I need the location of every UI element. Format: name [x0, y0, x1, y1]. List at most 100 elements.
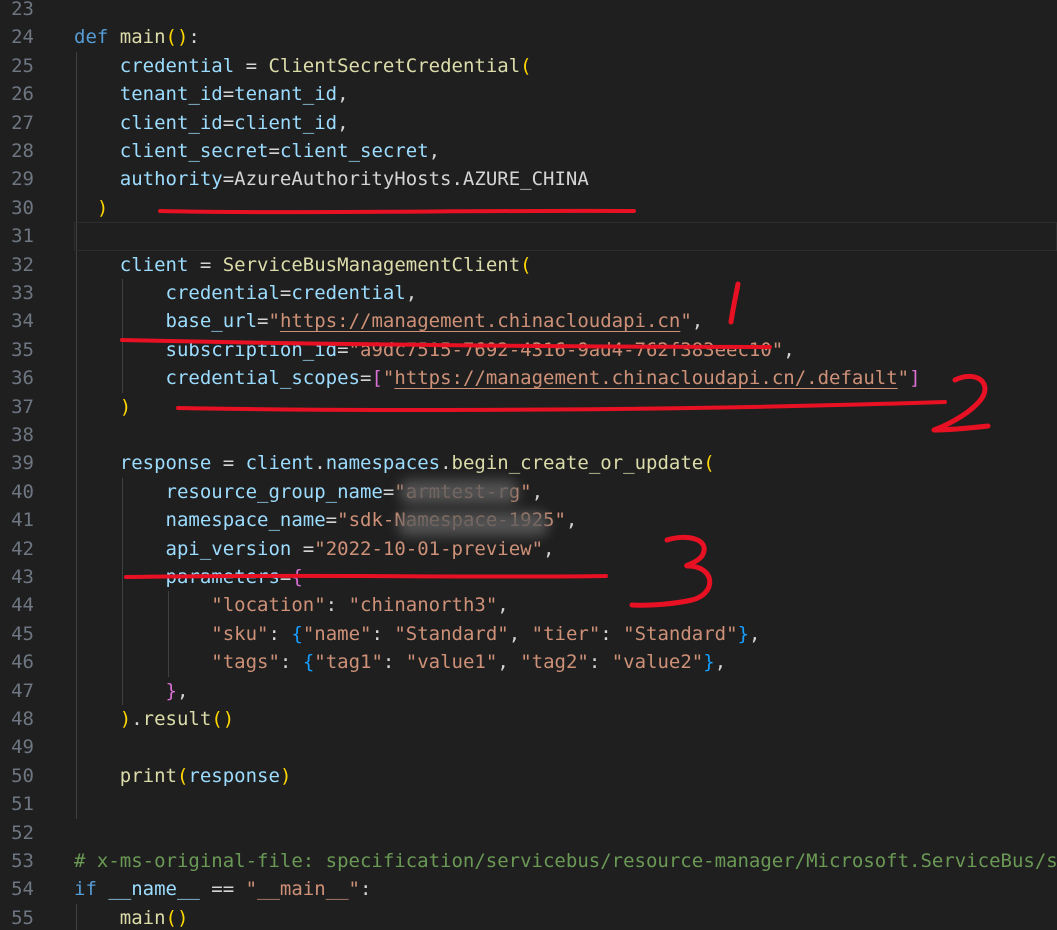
- code-line[interactable]: 51: [0, 790, 1057, 818]
- code-line[interactable]: 40 resource_group_name="armtest-rg",: [0, 478, 1057, 506]
- line-code: base_url="https://management.chinaclouda…: [74, 307, 704, 335]
- line-number: 41: [11, 509, 34, 532]
- code-line[interactable]: 29 authority=AzureAuthorityHosts.AZURE_C…: [0, 165, 1057, 193]
- code-line[interactable]: 45 "sku": {"name": "Standard", "tier": "…: [0, 620, 1057, 648]
- code-line[interactable]: 23: [0, 0, 1057, 23]
- code-line[interactable]: 54 if __name__ == "__main__":: [0, 875, 1057, 903]
- code-line[interactable]: 42 api_version ="2022-10-01-preview",: [0, 535, 1057, 563]
- line-number: 51: [11, 793, 34, 816]
- code-token: base_url: [165, 310, 258, 333]
- code-line[interactable]: 39 response = client.namespaces.begin_cr…: [0, 449, 1057, 477]
- line-number: 42: [11, 537, 34, 560]
- code-line[interactable]: 52: [0, 819, 1057, 847]
- code-token: def: [74, 26, 120, 49]
- line-number: 24: [11, 26, 34, 49]
- line-code: client = ServiceBusManagementClient(: [74, 251, 532, 279]
- code-line[interactable]: 30 ): [0, 194, 1057, 222]
- code-line[interactable]: 55 main(): [0, 904, 1057, 930]
- line-number: 28: [11, 140, 34, 162]
- code-token: :: [268, 622, 292, 645]
- code-token: parameters: [165, 566, 280, 588]
- code-token: ": [680, 310, 692, 333]
- code-token: (: [520, 253, 532, 276]
- line-number: 32: [11, 253, 34, 276]
- line-number: 44: [11, 594, 34, 617]
- code-line[interactable]: 26 tenant_id=tenant_id,: [0, 80, 1057, 108]
- code-line[interactable]: 38: [0, 421, 1057, 449]
- code-line[interactable]: 47 },: [0, 677, 1057, 705]
- code-line[interactable]: 50 print(response): [0, 762, 1057, 790]
- code-line[interactable]: 34 base_url="https://management.chinaclo…: [0, 307, 1057, 335]
- code-line[interactable]: 31: [11, 222, 1057, 251]
- code-token: "value2": [611, 651, 704, 674]
- redaction-blur-2: [398, 512, 548, 536]
- code-token: ServiceBusManagementClient: [222, 253, 521, 276]
- code-token: :: [588, 651, 612, 674]
- line-code: "location": "chinanorth3",: [74, 591, 509, 619]
- code-token: ,: [497, 651, 521, 674]
- line-code: ): [74, 393, 131, 421]
- code-token: ": [382, 367, 395, 390]
- code-token: .: [314, 452, 326, 475]
- code-token: client_secret: [119, 140, 269, 162]
- code-line[interactable]: 48 ).result(): [0, 705, 1057, 733]
- code-token: ,: [337, 83, 349, 106]
- line-code: client_id=client_id,: [74, 109, 349, 137]
- code-line[interactable]: 28 client_secret=client_secret,: [0, 137, 1057, 165]
- code-token: api_version: [165, 537, 292, 560]
- code-token: }: [703, 651, 715, 674]
- line-code: ).result(): [74, 705, 234, 733]
- code-token: =AzureAuthorityHosts.AZURE_CHINA: [222, 168, 589, 191]
- code-token: "tag1": [314, 651, 383, 674]
- code-line[interactable]: 24 def main():: [0, 23, 1057, 51]
- line-code: ): [74, 194, 108, 222]
- code-line[interactable]: 46 "tags": {"tag1": "value1", "tag2": "v…: [0, 648, 1057, 676]
- code-token: credential: [165, 282, 280, 304]
- line-number: 35: [11, 338, 34, 361]
- code-token: }: [165, 679, 177, 702]
- code-line[interactable]: 33 credential=credential,: [0, 279, 1057, 307]
- code-token: ): [279, 764, 292, 787]
- code-line[interactable]: 36 credential_scopes=["https://managemen…: [0, 364, 1057, 392]
- code-token: https://management.chinacloudapi.cn: [279, 310, 681, 333]
- line-code: authority=AzureAuthorityHosts.AZURE_CHIN…: [74, 165, 589, 193]
- line-code: if __name__ == "__main__":: [74, 875, 371, 903]
- code-editor[interactable]: 23 24 def main(): 25 credential = ClientSec…: [0, 0, 1057, 930]
- code-token: ,: [497, 594, 509, 617]
- line-code: credential = ClientSecretCredential(: [74, 52, 532, 80]
- code-line[interactable]: 43 parameters={: [0, 563, 1057, 591]
- code-line[interactable]: 25 credential = ClientSecretCredential(: [0, 52, 1057, 80]
- line-number: 39: [11, 452, 34, 475]
- code-line[interactable]: 49: [0, 733, 1057, 761]
- line-number: 53: [11, 850, 34, 872]
- code-line[interactable]: 32 client = ServiceBusManagementClient(: [0, 251, 1057, 279]
- code-line[interactable]: 37 ): [0, 393, 1057, 421]
- code-token: ,: [176, 679, 189, 702]
- code-token: client: [119, 253, 189, 276]
- code-token: response: [119, 452, 212, 475]
- code-token: "tags": [211, 651, 280, 674]
- line-number: 33: [11, 282, 34, 304]
- code-token: "tier": [531, 622, 601, 645]
- code-line[interactable]: 35 subscription_id="a9dc7515-7692-4316-9…: [0, 336, 1057, 364]
- code-token: =: [382, 480, 395, 503]
- code-token: :: [382, 651, 406, 674]
- code-token: "2022-10-01-preview": [314, 537, 544, 560]
- code-token: "sku": [211, 622, 269, 645]
- code-token: __name__: [108, 878, 200, 901]
- code-token: (: [703, 452, 715, 475]
- code-token: ": [268, 310, 280, 333]
- code-line[interactable]: 44 "location": "chinanorth3",: [0, 591, 1057, 619]
- code-token: ,: [405, 282, 418, 304]
- code-line[interactable]: 53 # x-ms-original-file: specification/se…: [0, 847, 1057, 875]
- code-token: :: [188, 26, 200, 49]
- code-line[interactable]: 27 client_id=client_id,: [0, 109, 1057, 137]
